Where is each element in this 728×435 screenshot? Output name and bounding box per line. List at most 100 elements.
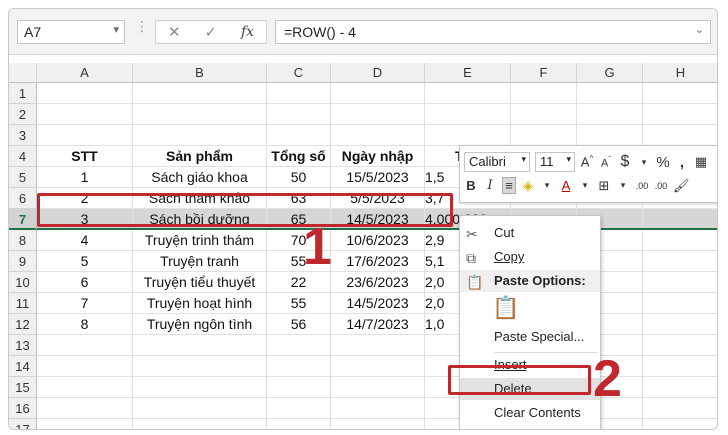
cell[interactable] bbox=[133, 377, 267, 398]
row-header[interactable]: 11 bbox=[9, 293, 37, 314]
font-name-select[interactable]: Calibri ▾ bbox=[464, 152, 530, 172]
cell[interactable] bbox=[577, 125, 643, 146]
cell[interactable] bbox=[37, 419, 133, 429]
cell[interactable] bbox=[511, 83, 577, 104]
chevron-down-icon[interactable]: ▾ bbox=[637, 157, 651, 168]
cell[interactable] bbox=[331, 125, 425, 146]
column-header-h[interactable]: H bbox=[643, 63, 717, 83]
cell[interactable] bbox=[511, 104, 577, 125]
cell[interactable] bbox=[267, 335, 331, 356]
chevron-down-icon[interactable]: ▾ bbox=[616, 180, 630, 191]
row-header[interactable]: 1 bbox=[9, 83, 37, 104]
cell[interactable] bbox=[133, 356, 267, 377]
row-header[interactable]: 13 bbox=[9, 335, 37, 356]
cell[interactable] bbox=[643, 230, 717, 251]
cancel-icon[interactable]: ✕ bbox=[168, 23, 181, 41]
cell[interactable]: 56 bbox=[267, 314, 331, 335]
cell[interactable]: Truyện trinh thám bbox=[133, 230, 267, 251]
comma-style-button[interactable]: , bbox=[675, 154, 689, 171]
menu-item-clear-contents[interactable]: Clear Contents bbox=[460, 402, 600, 424]
chevron-down-icon[interactable]: ▾ bbox=[578, 180, 592, 191]
italic-button[interactable]: I bbox=[483, 178, 497, 193]
cell[interactable] bbox=[331, 104, 425, 125]
cell[interactable]: Truyện tranh bbox=[133, 251, 267, 272]
cell[interactable] bbox=[267, 398, 331, 419]
bold-button[interactable]: B bbox=[464, 178, 478, 193]
cell[interactable] bbox=[133, 335, 267, 356]
borders-icon[interactable]: ⊞ bbox=[597, 178, 611, 194]
row-header-selected[interactable]: 7 bbox=[9, 209, 37, 230]
cell[interactable] bbox=[133, 104, 267, 125]
row-header[interactable]: 16 bbox=[9, 398, 37, 419]
cell[interactable] bbox=[643, 419, 717, 429]
fill-color-icon[interactable]: ◈ bbox=[521, 178, 535, 194]
cell[interactable]: Tổng số bbox=[267, 146, 331, 167]
cell[interactable] bbox=[37, 356, 133, 377]
cell[interactable]: Ngày nhập bbox=[331, 146, 425, 167]
cell[interactable] bbox=[267, 356, 331, 377]
cell[interactable]: 10/6/2023 bbox=[331, 230, 425, 251]
cell[interactable]: Sách giáo khoa bbox=[133, 167, 267, 188]
row-header[interactable]: 17 bbox=[9, 419, 37, 429]
cell[interactable]: 55 bbox=[267, 293, 331, 314]
paste-option-button[interactable]: 📋 bbox=[460, 296, 600, 326]
name-box[interactable]: A7 ▾ bbox=[17, 20, 125, 44]
cell[interactable]: 14/5/2023 bbox=[331, 293, 425, 314]
column-header-a[interactable]: A bbox=[37, 63, 133, 83]
cell[interactable] bbox=[267, 104, 331, 125]
cell[interactable] bbox=[643, 356, 717, 377]
chevron-down-icon[interactable]: ▾ bbox=[540, 180, 554, 191]
cell[interactable] bbox=[511, 125, 577, 146]
cell[interactable] bbox=[37, 104, 133, 125]
font-color-button[interactable]: A bbox=[559, 178, 573, 193]
expand-formula-icon[interactable]: ⌄ bbox=[695, 23, 704, 36]
formula-input[interactable]: =ROW() - 4 ⌄ bbox=[275, 20, 711, 44]
cell[interactable] bbox=[133, 125, 267, 146]
cell[interactable] bbox=[331, 419, 425, 429]
column-header-g[interactable]: G bbox=[577, 63, 643, 83]
select-all-corner[interactable] bbox=[9, 63, 37, 83]
row-header[interactable]: 3 bbox=[9, 125, 37, 146]
cell[interactable] bbox=[267, 83, 331, 104]
cell[interactable] bbox=[643, 398, 717, 419]
cell[interactable] bbox=[643, 377, 717, 398]
cell[interactable]: Truyện tiểu thuyết bbox=[133, 272, 267, 293]
column-header-e[interactable]: E bbox=[425, 63, 511, 83]
enter-check-icon[interactable]: ✓ bbox=[204, 23, 217, 41]
cell[interactable] bbox=[643, 272, 717, 293]
cell[interactable] bbox=[425, 104, 511, 125]
cell[interactable] bbox=[37, 335, 133, 356]
row-header[interactable]: 4 bbox=[9, 146, 37, 167]
row-header[interactable]: 9 bbox=[9, 251, 37, 272]
currency-button[interactable]: $ bbox=[618, 153, 632, 171]
cell[interactable] bbox=[267, 377, 331, 398]
cell[interactable] bbox=[643, 251, 717, 272]
cell[interactable] bbox=[425, 125, 511, 146]
cell[interactable] bbox=[643, 209, 717, 230]
column-header-d[interactable]: D bbox=[331, 63, 425, 83]
cell[interactable] bbox=[133, 83, 267, 104]
cell[interactable] bbox=[37, 125, 133, 146]
cell[interactable] bbox=[331, 83, 425, 104]
cell[interactable]: 50 bbox=[267, 167, 331, 188]
column-header-f[interactable]: F bbox=[511, 63, 577, 83]
row-header[interactable]: 8 bbox=[9, 230, 37, 251]
row-header[interactable]: 15 bbox=[9, 377, 37, 398]
cell[interactable] bbox=[267, 419, 331, 429]
menu-item-copy[interactable]: ⧉ Copy bbox=[460, 246, 600, 268]
row-header[interactable]: 2 bbox=[9, 104, 37, 125]
cell[interactable]: 6 bbox=[37, 272, 133, 293]
cell[interactable] bbox=[331, 356, 425, 377]
decrease-decimal-button[interactable]: .00 bbox=[654, 181, 668, 191]
menu-item-cut[interactable]: ✂ Cut bbox=[460, 222, 600, 244]
column-header-c[interactable]: C bbox=[267, 63, 331, 83]
cell[interactable] bbox=[643, 83, 717, 104]
cell[interactable]: Truyện ngôn tình bbox=[133, 314, 267, 335]
row-header[interactable]: 14 bbox=[9, 356, 37, 377]
shrink-font-button[interactable]: Aˇ bbox=[599, 155, 613, 170]
grow-font-button[interactable]: A^ bbox=[580, 154, 594, 169]
format-table-icon[interactable]: ▦ bbox=[694, 154, 708, 170]
format-painter-icon[interactable]: 🖌 bbox=[673, 178, 690, 194]
cell[interactable] bbox=[133, 419, 267, 429]
align-center-icon[interactable]: ≡ bbox=[502, 177, 516, 194]
